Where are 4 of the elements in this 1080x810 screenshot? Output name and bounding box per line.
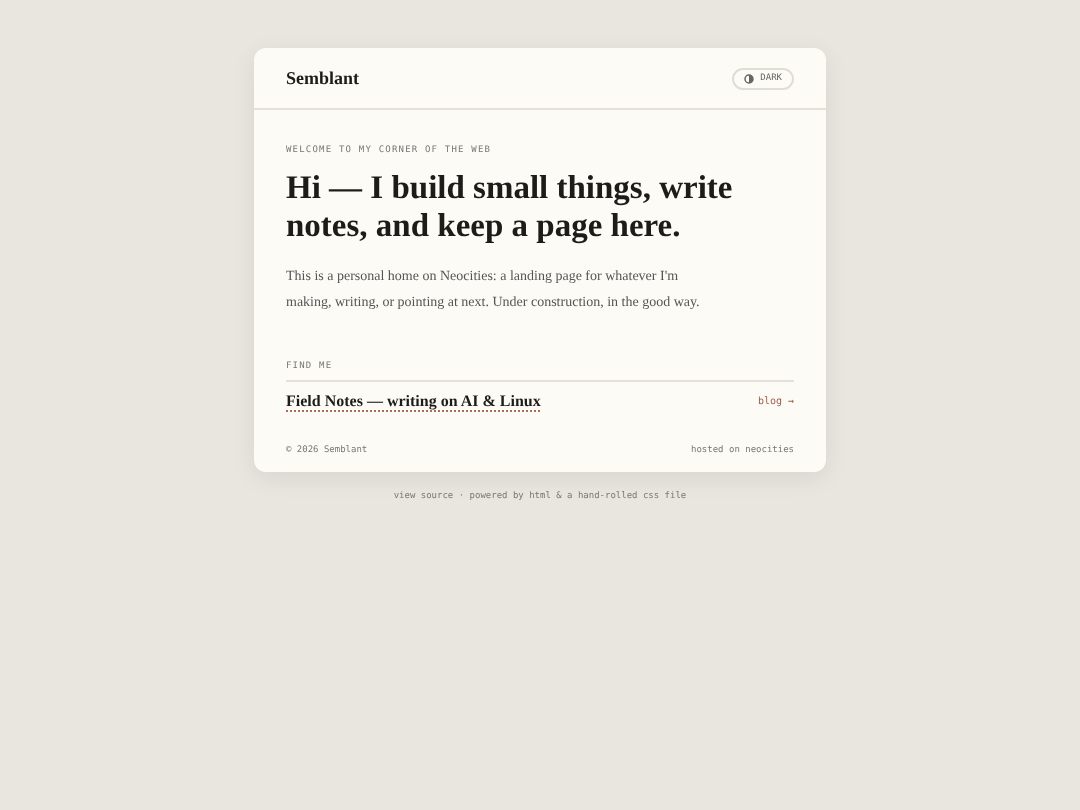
site-title: Semblant xyxy=(286,68,360,88)
half-circle-icon xyxy=(744,73,755,83)
heading: Hi — I build small things, write notes, and keep a page here. xyxy=(286,168,735,244)
link[interactable]: Field Notes — writing on AI & Linux xyxy=(286,392,541,412)
